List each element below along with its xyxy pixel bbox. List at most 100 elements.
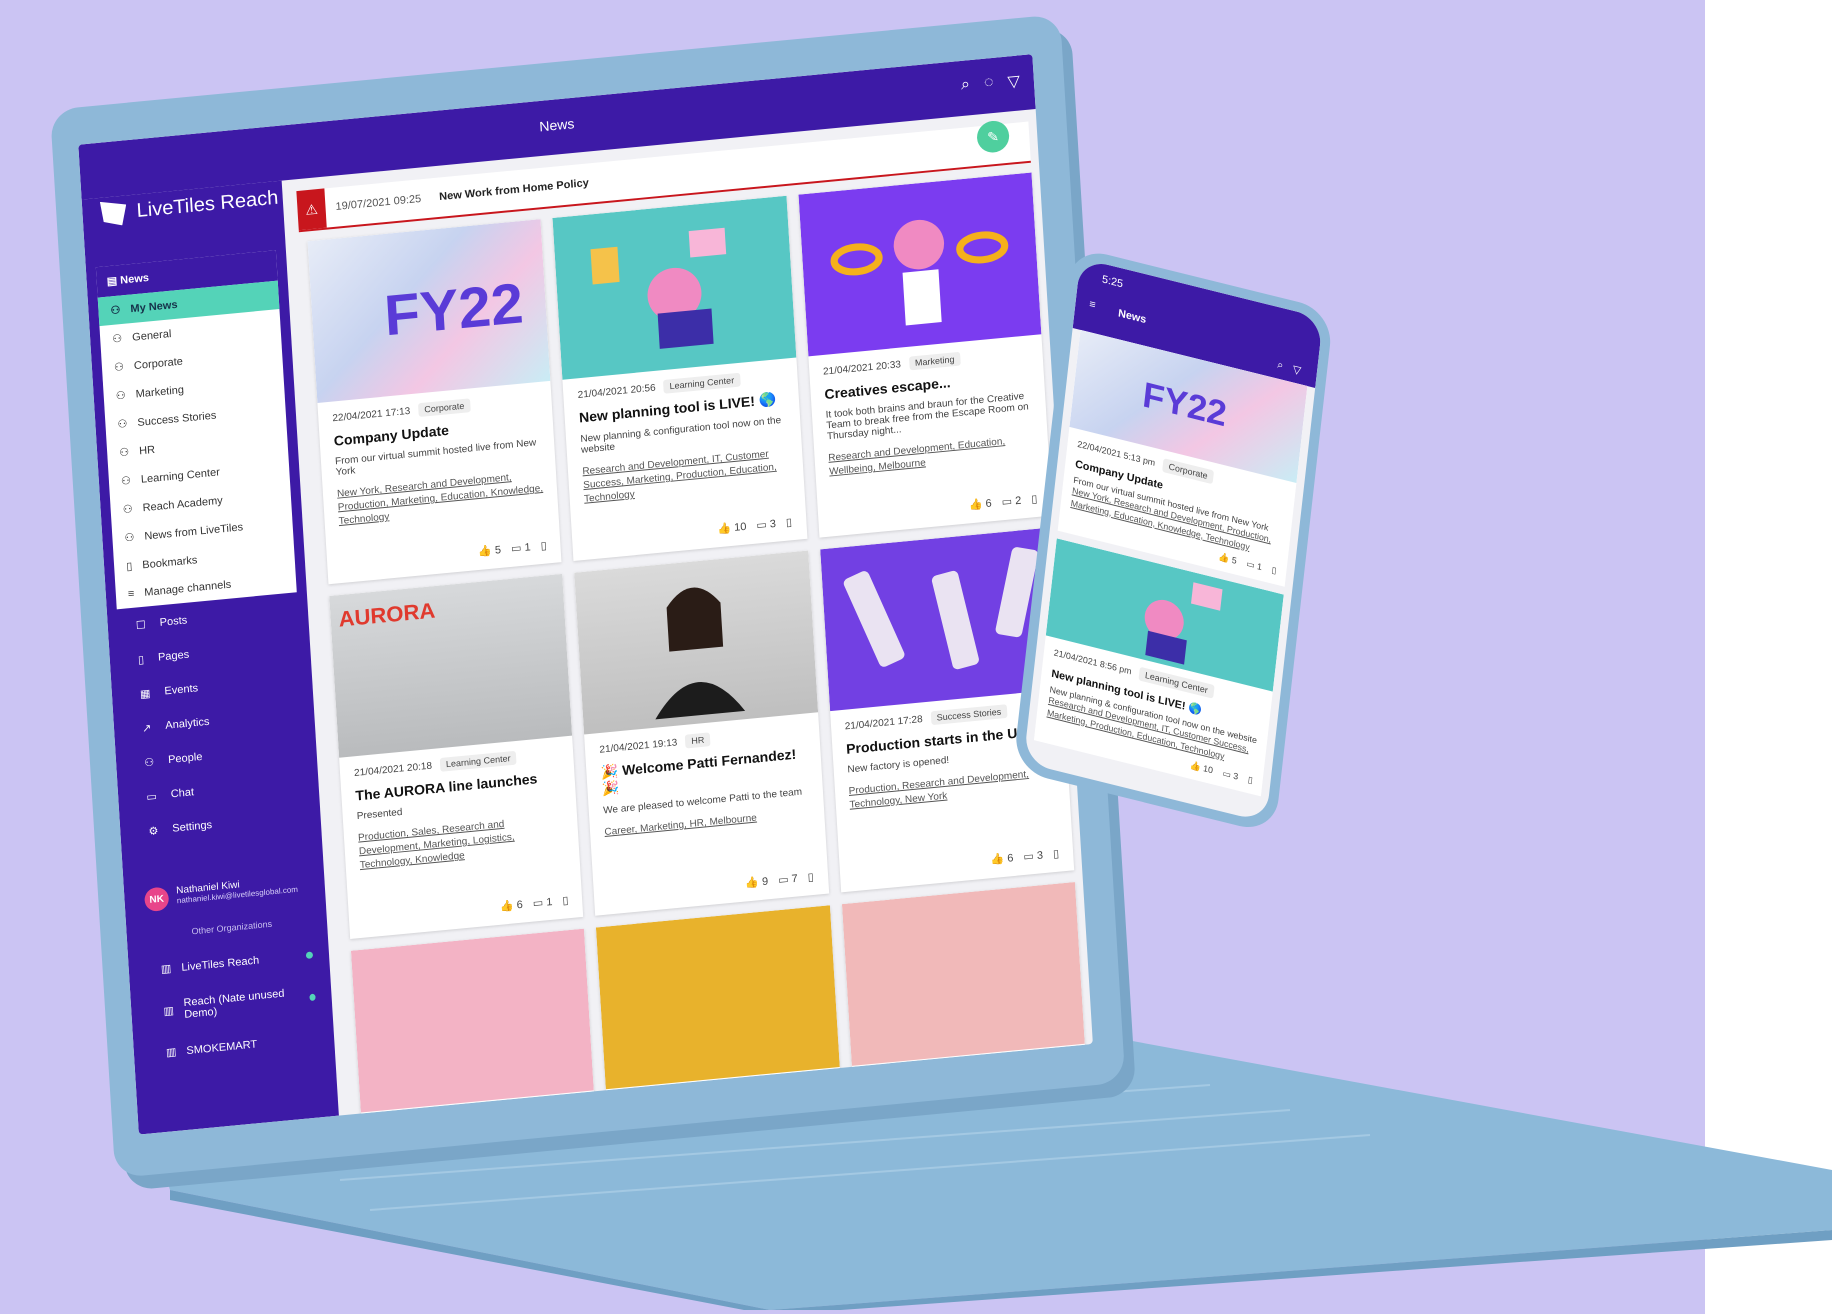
- online-indicator: [309, 993, 316, 1001]
- people-icon: ⚇: [143, 756, 155, 770]
- channel-icon: ⚇: [115, 389, 127, 403]
- news-stats: 👍 10 ▭ 3 ▯: [717, 516, 792, 536]
- illustration-planning: [590, 227, 727, 349]
- news-tags[interactable]: Research and Development, IT, Customer S…: [582, 446, 790, 507]
- channel-chip[interactable]: Marketing: [908, 351, 961, 371]
- news-card-image: [552, 195, 797, 380]
- filter-icon[interactable]: ▽: [1292, 363, 1302, 378]
- news-card-image: [841, 882, 1085, 1066]
- pages-icon: ▯: [137, 654, 145, 667]
- bookmark-icon[interactable]: ▯: [1271, 565, 1277, 577]
- like-button[interactable]: 👍 10: [1189, 760, 1213, 776]
- bulb-icon[interactable]: ◌: [983, 74, 994, 95]
- user-info: Nathaniel Kiwi nathaniel.kiwi@livetilesg…: [176, 874, 299, 909]
- news-card-image: [574, 550, 818, 735]
- image-text: FY22: [382, 271, 526, 349]
- analytics-icon: ↗: [141, 722, 152, 736]
- app-name: LiveTiles Reach: [135, 186, 279, 222]
- news-card[interactable]: 21/04/2021 20:56 Learning Center New plan…: [552, 195, 808, 561]
- news-card-image: FY22: [307, 219, 551, 403]
- like-button[interactable]: 👍 9: [745, 875, 769, 890]
- warning-icon: ⚠: [296, 188, 327, 231]
- channel-icon: ⚇: [118, 446, 130, 460]
- edit-fab[interactable]: ✎: [976, 119, 1011, 154]
- news-channel-list: ▤ News ⚇ My News ⚇ General ⚇ Corporate ⚇ Mar…: [95, 250, 297, 610]
- laptop: News ⌕ ◌ ▽ LiveTiles Reach ▤ News ⚇ My Ne…: [50, 14, 1126, 1179]
- posts-icon: ☐: [135, 619, 147, 633]
- bookmark-icon[interactable]: ▯: [1053, 847, 1060, 860]
- channel-icon: ⚇: [120, 474, 132, 488]
- main-nav: ☐ Posts ▯ Pages ▦ Events ↗ Analytics ⚇ People…: [127, 593, 312, 849]
- hamburger-icon[interactable]: ≡: [1089, 298, 1097, 311]
- news-card[interactable]: 21/04/2021 19:13 HR 🎉 Welcome Patti Ferna…: [574, 550, 829, 916]
- search-icon[interactable]: ⌕: [960, 76, 970, 96]
- comment-button[interactable]: ▭ 1: [511, 540, 531, 555]
- channel-chip[interactable]: Learning Center: [439, 750, 517, 772]
- news-card-image: [350, 928, 595, 1113]
- news-card[interactable]: AURORA 21/04/2021 20:18 Learning Center T…: [329, 573, 584, 940]
- list-icon: ≡: [127, 587, 135, 601]
- news-stats: 👍 6 ▭ 1 ▯: [499, 894, 569, 913]
- chat-icon: ▭: [146, 790, 158, 804]
- news-feed: ⚠ 19/07/2021 09:25 New Work from Home Po…: [296, 110, 1093, 1135]
- like-button[interactable]: 👍 5: [478, 543, 502, 558]
- channel-chip[interactable]: Learning Center: [663, 372, 741, 394]
- status-time: 5:25: [1101, 273, 1124, 291]
- comment-button[interactable]: ▭ 7: [778, 872, 798, 887]
- like-button[interactable]: 👍 5: [1218, 552, 1237, 567]
- current-user[interactable]: NK Nathaniel Kiwi nathaniel.kiwi@livetil…: [143, 873, 315, 913]
- filter-icon[interactable]: ▽: [1007, 71, 1021, 92]
- bookmark-icon: ▯: [125, 560, 133, 573]
- org-icon: ▥: [160, 962, 172, 976]
- comment-button[interactable]: ▭ 3: [756, 517, 776, 532]
- comment-button[interactable]: ▭ 1: [1246, 559, 1263, 574]
- channel-icon: ⚇: [122, 503, 134, 517]
- image-text: AURORA: [337, 597, 436, 632]
- channel-chip[interactable]: HR: [684, 732, 711, 749]
- news-tags[interactable]: New York, Research and Development, Prod…: [337, 468, 545, 529]
- bookmark-icon[interactable]: ▯: [562, 894, 569, 907]
- bookmark-icon[interactable]: ▯: [786, 516, 793, 529]
- channel-icon: ⚇: [117, 418, 128, 431]
- channel-chip[interactable]: Success Stories: [930, 704, 1008, 726]
- news-stats: 👍 6 ▭ 2 ▯: [968, 492, 1037, 511]
- news-stats: 👍 5 ▭ 1 ▯: [478, 539, 547, 558]
- portrait-photo: [655, 587, 746, 720]
- like-button[interactable]: 👍 6: [968, 497, 992, 512]
- avatar: NK: [143, 886, 170, 913]
- bookmark-icon[interactable]: ▯: [1031, 492, 1038, 505]
- news-tags[interactable]: Research and Development, Education, Wel…: [828, 433, 1035, 480]
- phone-actions: ⌕ ▽: [1277, 359, 1302, 378]
- other-organizations-list: ▥ LiveTiles Reach ▥ Reach (Nate unused Dem…: [156, 936, 323, 1071]
- alert-date: 19/07/2021 09:25: [335, 193, 422, 213]
- channel-chip[interactable]: Corporate: [417, 398, 471, 418]
- bookmark-icon[interactable]: ▯: [540, 539, 547, 552]
- channel-icon: ⚇: [110, 304, 121, 318]
- like-button[interactable]: 👍 6: [990, 851, 1014, 866]
- like-button[interactable]: 👍 10: [717, 520, 747, 536]
- news-stats: 👍 9 ▭ 7 ▯: [745, 870, 814, 889]
- comment-button[interactable]: ▭ 1: [532, 895, 552, 910]
- illustration-chains: [830, 219, 1008, 326]
- comment-button[interactable]: ▭ 3: [1222, 768, 1239, 783]
- search-icon[interactable]: ⌕: [1277, 359, 1284, 373]
- gear-icon: ⚙: [148, 825, 159, 838]
- news-card[interactable]: FY22 22/04/2021 17:13 Corporate Company U…: [307, 219, 562, 585]
- news-tags[interactable]: Production, Sales, Research and Developm…: [358, 812, 566, 873]
- bookmark-icon[interactable]: ▯: [807, 870, 814, 883]
- news-card-image: [798, 172, 1042, 357]
- alert-text: New Work from Home Policy: [438, 177, 590, 204]
- news-card[interactable]: 21/04/2021 20:33 Marketing Creatives esca…: [798, 172, 1053, 538]
- channel-chip[interactable]: Corporate: [1162, 458, 1215, 485]
- calendar-icon: ▦: [139, 687, 151, 701]
- like-button[interactable]: 👍 6: [499, 898, 524, 913]
- channel-icon: ⚇: [113, 361, 125, 374]
- laptop-screen: News ⌕ ◌ ▽ LiveTiles Reach ▤ News ⚇ My Ne…: [78, 54, 1093, 1135]
- comment-button[interactable]: ▭ 3: [1023, 849, 1043, 864]
- image-text: FY22: [1140, 373, 1229, 435]
- news-date: 21/04/2021 20:33: [822, 358, 902, 378]
- news-date: 21/04/2021 20:56: [577, 382, 656, 401]
- org-icon: ▥: [165, 1046, 177, 1060]
- comment-button[interactable]: ▭ 2: [1001, 494, 1021, 509]
- bookmark-icon[interactable]: ▯: [1247, 775, 1253, 787]
